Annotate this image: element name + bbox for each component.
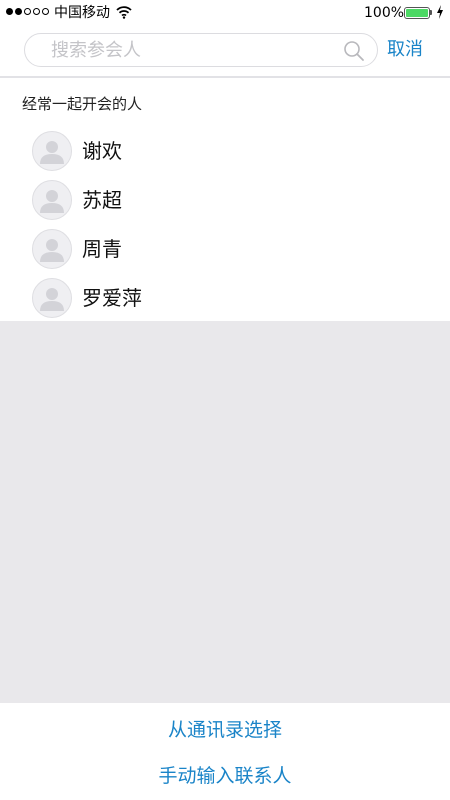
default-avatar-icon [32,131,72,171]
default-avatar-icon [32,180,72,220]
battery-icon [404,7,430,19]
status-bar: 中国移动 100% [0,0,450,26]
charging-icon [437,5,443,19]
carrier-name: 中国移动 [54,5,110,21]
battery-fill [406,9,428,17]
contact-item[interactable]: 罗爱萍 [0,276,450,325]
search-icon[interactable] [343,40,365,62]
contact-item[interactable]: 苏超 [0,178,450,227]
search-row: 取消 [0,26,450,78]
contact-name: 罗爱萍 [82,286,142,310]
contact-list: 谢欢 苏超 周青 罗爱萍 [0,129,450,325]
signal-dot [24,8,31,15]
signal-dot [42,8,49,15]
screen: 中国移动 100% 取消 经常一起开会的人 [0,0,450,800]
default-avatar-icon [32,229,72,269]
signal-dot [15,8,22,15]
battery-nub [430,10,432,15]
contact-item[interactable]: 谢欢 [0,129,450,178]
section-title: 经常一起开会的人 [22,95,143,113]
wifi-icon [116,6,132,19]
cancel-button[interactable]: 取消 [387,38,423,62]
manual-entry-button[interactable]: 手动输入联系人 [0,763,450,789]
frequent-attendees-section: 经常一起开会的人 谢欢 苏超 周青 罗爱萍 [0,78,450,321]
search-input[interactable] [51,34,331,66]
contact-name: 谢欢 [82,139,122,163]
search-box[interactable] [24,33,378,67]
contact-item[interactable]: 周青 [0,227,450,276]
signal-dot [33,8,40,15]
contact-name: 苏超 [82,188,122,212]
select-from-contacts-button[interactable]: 从通讯录选择 [0,717,450,743]
battery-percentage: 100% [364,5,405,21]
signal-dot [6,8,13,15]
default-avatar-icon [32,278,72,318]
empty-background [0,321,450,703]
contact-name: 周青 [82,237,122,261]
signal-strength-icon [6,8,49,15]
bottom-actions: 从通讯录选择 手动输入联系人 [0,703,450,800]
